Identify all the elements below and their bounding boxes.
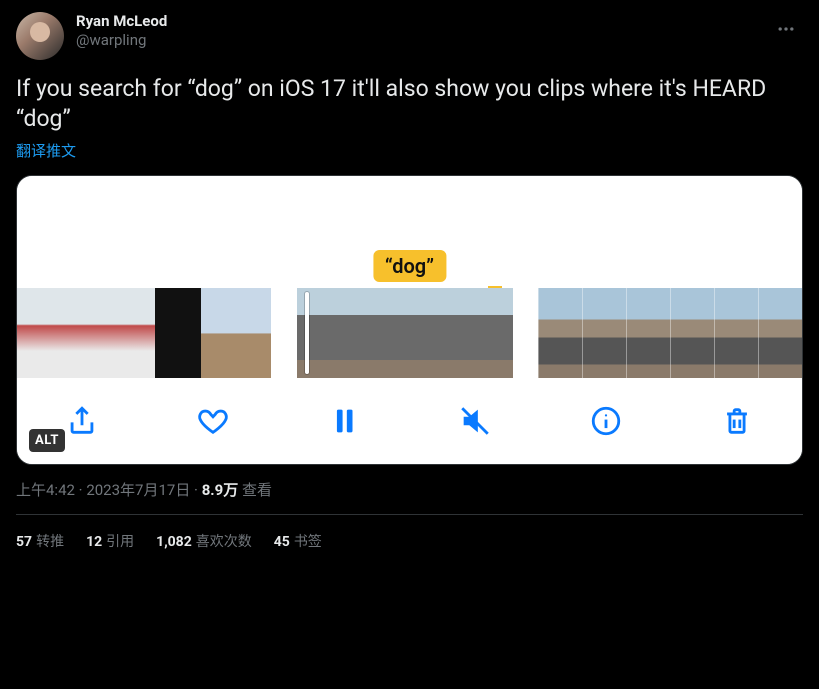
- avatar[interactable]: [16, 12, 64, 60]
- stat-likes[interactable]: 1,082喜欢次数: [156, 531, 252, 551]
- display-name: Ryan McLeod: [76, 12, 167, 31]
- clip-thumbnail[interactable]: [459, 288, 513, 378]
- clip-group-2: [297, 288, 513, 378]
- stat-label: 转推: [36, 534, 64, 550]
- stat-num: 1,082: [156, 534, 192, 550]
- heart-icon: [196, 404, 230, 438]
- author-names[interactable]: Ryan McLeod @warpling: [76, 12, 167, 50]
- more-button[interactable]: [769, 12, 803, 46]
- translate-link[interactable]: 翻译推文: [16, 140, 76, 161]
- mute-button[interactable]: [453, 399, 497, 443]
- clip-thumbnail[interactable]: [714, 288, 758, 378]
- media-toolbar: [17, 378, 802, 464]
- alt-badge[interactable]: ALT: [29, 429, 65, 452]
- sep: ·: [190, 481, 201, 499]
- pause-icon: [327, 404, 361, 438]
- clip-gap: [513, 288, 539, 378]
- clip-thumbnail[interactable]: [670, 288, 714, 378]
- date: 2023年7月17日: [86, 481, 190, 499]
- delete-button[interactable]: [715, 399, 759, 443]
- stat-num: 45: [274, 534, 290, 550]
- info-button[interactable]: [584, 399, 628, 443]
- tweet-stats: 57转推 12引用 1,082喜欢次数 45书签: [16, 515, 803, 551]
- media-header-area: “dog”: [17, 176, 802, 288]
- views-count: 8.9万: [202, 481, 239, 499]
- stat-label: 引用: [106, 534, 134, 550]
- stat-bookmarks[interactable]: 45书签: [274, 531, 322, 551]
- clip-thumbnail[interactable]: [155, 288, 201, 378]
- stat-num: 12: [86, 534, 102, 550]
- clip-thumbnail[interactable]: [247, 288, 271, 378]
- trash-icon: [720, 404, 754, 438]
- tweet-header: Ryan McLeod @warpling: [16, 12, 803, 60]
- clip-thumbnail[interactable]: [538, 288, 582, 378]
- clip-group-1: [17, 288, 271, 378]
- clip-thumbnail[interactable]: [405, 288, 459, 378]
- share-button[interactable]: [60, 399, 104, 443]
- caption-bubble: “dog”: [373, 250, 446, 282]
- clip-thumbnail[interactable]: [201, 288, 247, 378]
- views-label: 查看: [238, 481, 272, 499]
- clip-thumbnail[interactable]: [351, 288, 405, 378]
- share-icon: [65, 404, 99, 438]
- clip-group-3: [538, 288, 802, 378]
- stat-label: 喜欢次数: [196, 534, 252, 550]
- clip-thumbnail[interactable]: [109, 288, 155, 378]
- username: @warpling: [76, 31, 167, 50]
- clip-thumbnail[interactable]: [582, 288, 626, 378]
- timestamp: 上午4:42: [16, 481, 75, 499]
- video-timeline[interactable]: [17, 288, 802, 378]
- attached-media[interactable]: “dog”: [16, 175, 803, 465]
- stat-quotes[interactable]: 12引用: [86, 531, 134, 551]
- like-button[interactable]: [191, 399, 235, 443]
- clip-thumbnail[interactable]: [297, 288, 351, 378]
- info-icon: [589, 404, 623, 438]
- speaker-muted-icon: [458, 404, 492, 438]
- tweet-container: Ryan McLeod @warpling If you search for …: [0, 0, 819, 551]
- more-icon: [776, 19, 796, 39]
- pause-button[interactable]: [322, 399, 366, 443]
- clip-gap: [271, 288, 297, 378]
- tweet-text: If you search for “dog” on iOS 17 it'll …: [16, 74, 803, 134]
- clip-thumbnail[interactable]: [63, 288, 109, 378]
- clip-thumbnail[interactable]: [758, 288, 802, 378]
- tweet-meta[interactable]: 上午4:42 · 2023年7月17日 · 8.9万 查看: [16, 479, 803, 500]
- stat-num: 57: [16, 534, 32, 550]
- stat-label: 书签: [294, 534, 322, 550]
- stat-retweets[interactable]: 57转推: [16, 531, 64, 551]
- clip-thumbnail[interactable]: [626, 288, 670, 378]
- clip-thumbnail[interactable]: [17, 288, 63, 378]
- sep: ·: [75, 481, 86, 499]
